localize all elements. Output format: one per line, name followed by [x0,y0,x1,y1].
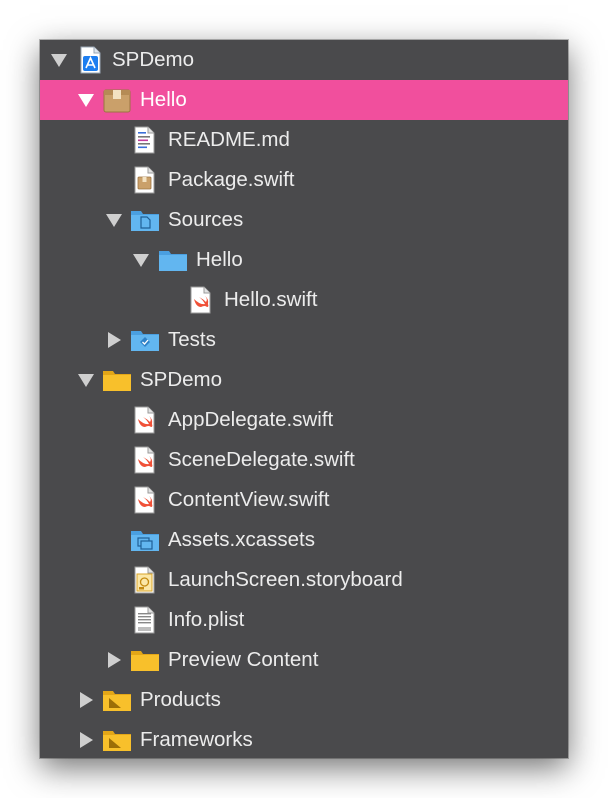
products-folder-icon [102,686,132,714]
row-label: Assets.xcassets [168,528,315,551]
navigator-row-spdemo-group[interactable]: SPDemo [40,360,568,400]
plist-file-icon [130,606,160,634]
row-label: Preview Content [168,648,319,671]
disclosure-expanded-icon[interactable] [131,240,151,280]
row-label: Info.plist [168,608,245,631]
asset-catalog-icon [130,526,160,554]
navigator-row-frameworks[interactable]: Frameworks [40,720,568,758]
navigator-row-assets[interactable]: Assets.xcassets [40,520,568,560]
navigator-row-package-swift[interactable]: Package.swift [40,160,568,200]
row-label: Hello [196,248,243,271]
row-label: SPDemo [140,368,223,391]
navigator-row-info-plist[interactable]: Info.plist [40,600,568,640]
markdown-file-icon [130,126,160,154]
disclosure-collapsed-icon[interactable] [76,720,96,758]
yellow-folder-icon [102,366,132,394]
row-label: Frameworks [140,728,253,751]
row-label: LaunchScreen.storyboard [168,568,403,591]
navigator-row-launchscreen[interactable]: LaunchScreen.storyboard [40,560,568,600]
disclosure-expanded-icon[interactable] [104,200,124,240]
project-navigator: SPDemo Hello README.md Package.swift Sou… [40,40,568,758]
disclosure-collapsed-icon[interactable] [76,680,96,720]
disclosure-expanded-icon[interactable] [76,360,96,400]
swift-file-icon [130,486,160,514]
navigator-row-hello-package[interactable]: Hello [40,80,568,120]
navigator-row-products[interactable]: Products [40,680,568,720]
row-label: Hello.swift [224,288,318,311]
navigator-row-preview-content[interactable]: Preview Content [40,640,568,680]
disclosure-expanded-icon[interactable] [49,40,69,80]
row-label: SPDemo [112,48,195,71]
swift-file-icon [130,406,160,434]
frameworks-folder-icon [102,726,132,754]
row-label: Tests [168,328,216,351]
blue-folder-icon [158,246,188,274]
row-label: Products [140,688,221,711]
disclosure-expanded-icon[interactable] [76,80,96,120]
navigator-row-contentview[interactable]: ContentView.swift [40,480,568,520]
swift-file-icon [186,286,216,314]
navigator-row-appdelegate[interactable]: AppDelegate.swift [40,400,568,440]
row-label: Package.swift [168,168,295,191]
storyboard-file-icon [130,566,160,594]
row-label: README.md [168,128,290,151]
disclosure-collapsed-icon[interactable] [104,320,124,360]
row-label: Hello [140,88,187,111]
tests-folder-icon [130,326,160,354]
navigator-row-hello-swift[interactable]: Hello.swift [40,280,568,320]
row-label: AppDelegate.swift [168,408,334,431]
package-manifest-icon [130,166,160,194]
disclosure-collapsed-icon[interactable] [104,640,124,680]
swift-file-icon [130,446,160,474]
navigator-row-spdemo-project[interactable]: SPDemo [40,40,568,80]
navigator-row-sources[interactable]: Sources [40,200,568,240]
row-label: SceneDelegate.swift [168,448,355,471]
row-label: Sources [168,208,244,231]
navigator-row-hello-folder[interactable]: Hello [40,240,568,280]
navigator-row-readme[interactable]: README.md [40,120,568,160]
navigator-row-tests[interactable]: Tests [40,320,568,360]
sources-folder-icon [130,206,160,234]
navigator-row-scenedelegate[interactable]: SceneDelegate.swift [40,440,568,480]
row-label: ContentView.swift [168,488,330,511]
swift-package-icon [102,86,132,114]
xcode-project-icon [75,46,105,74]
yellow-folder-icon [130,646,160,674]
